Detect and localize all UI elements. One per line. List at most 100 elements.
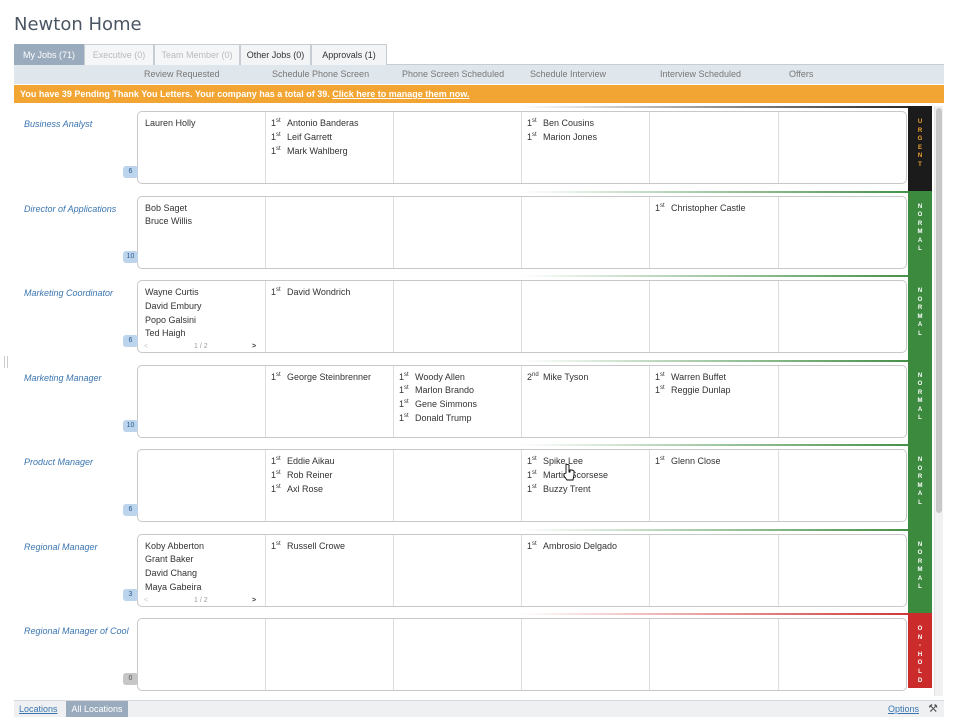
resize-handle[interactable] [4,356,8,368]
job-title-link[interactable]: Regional Manager of Cool [24,625,134,637]
candidate-entry[interactable]: 1st Marlon Brando [399,384,521,398]
candidate-name: David Wondrich [287,287,351,297]
priority-status-label: URGENT [917,119,923,168]
candidate-entry[interactable]: 1st David Wondrich [271,286,393,300]
candidate-entry[interactable]: 1st Martin Scorsese [527,469,649,483]
candidate-entry[interactable]: Maya Gabeira [145,581,265,595]
job-title-link[interactable]: Product Manager [24,456,134,468]
job-row: Regional Manager of Cool 0 ON-HOLD [14,613,932,698]
pager-prev-icon[interactable]: < [144,597,148,604]
priority-status-bar[interactable]: NORMAL [908,190,932,276]
job-title-link[interactable]: Regional Manager [24,541,134,553]
stage-column [650,619,779,690]
candidate-name: George Steinbrenner [287,371,372,382]
locations-link[interactable]: Locations [19,704,58,714]
all-locations-button[interactable]: All Locations [66,701,128,717]
candidate-entry[interactable]: 1st Ben Cousins [527,117,649,131]
candidate-entry[interactable]: 1st Gene Simmons [399,398,521,412]
pager-next-icon[interactable]: > [252,343,256,350]
priority-status-bar[interactable]: NORMAL [908,359,932,445]
candidate-entry[interactable]: Grant Baker [145,553,265,567]
candidate-entry[interactable]: 1st Reggie Dunlap [655,384,778,398]
candidate-entry[interactable]: 1st Marion Jones [527,131,649,145]
page-title: Newton Home [14,14,142,35]
candidate-name: Eddie Aikau [287,456,335,466]
tab-my-jobs[interactable]: My Jobs (71) [14,44,84,65]
candidate-entry[interactable]: 1st Woody Allen [399,371,521,385]
candidate-entry[interactable]: 1st Ambrosio Delgado [527,540,649,554]
candidate-entry[interactable]: 1st Donald Trump [399,412,521,426]
job-title-link[interactable]: Director of Applications [24,203,134,215]
candidate-count-badge: 0 [123,673,138,685]
priority-status-bar[interactable]: ON-HOLD [908,613,932,688]
candidate-entry[interactable]: 1st Axl Rose [271,483,393,497]
candidate-entry[interactable]: 1st Warren Buffet [655,371,778,385]
candidate-count-badge: 6 [123,166,138,178]
candidate-name: Buzzy Trent [543,483,591,494]
candidate-entry[interactable]: David Chang [145,567,265,581]
priority-status-bar[interactable]: URGENT [908,106,932,191]
candidate-rank: 1st [271,483,281,494]
candidate-entry[interactable]: Popo Galsini [145,314,265,328]
tab-executive[interactable]: Executive (0) [84,44,154,65]
candidate-rank: 1st [527,483,537,494]
candidate-rank: 1st [271,371,281,382]
priority-status-bar[interactable]: NORMAL [908,444,932,529]
candidate-entry[interactable]: Koby Abberton [145,540,265,554]
candidate-rank: 1st [527,118,537,128]
stage-label: Interview Scheduled [660,69,742,79]
candidate-entry[interactable]: Bruce Willis [145,215,265,229]
candidate-entry[interactable]: 1st Buzzy Trent [527,483,649,497]
candidate-name: Mike Tyson [543,371,589,382]
candidate-entry[interactable]: 1st Spike Lee [527,455,649,469]
candidate-entry[interactable]: 2nd Mike Tyson [527,371,649,385]
pipeline-card: Wayne Curtis David Embury Popo Galsini Ted … [137,280,907,353]
candidate-entry[interactable]: David Embury [145,300,265,314]
stage-label: Schedule Phone Screen [272,69,370,79]
banner-text: You have 39 Pending Thank You Letters. Y… [20,89,330,99]
candidate-entry[interactable]: 1st Glenn Close [655,455,778,469]
tools-icon[interactable]: ⚒ [928,702,938,715]
candidate-entry[interactable]: Ted Haigh [145,327,265,341]
candidate-entry[interactable]: 1st George Steinbrenner [271,371,393,385]
priority-status-bar[interactable]: NORMAL [908,528,932,614]
stage-column: 1st Ambrosio Delgado [522,534,650,606]
pipeline-card: Lauren Holly 1st Antonio Banderas 1st Leif G… [137,111,907,184]
priority-status-label: NORMAL [917,203,923,253]
job-title-link[interactable]: Marketing Manager [24,372,134,384]
candidate-entry[interactable]: 1st Eddie Aikau [271,455,393,469]
scrollbar-thumb[interactable] [936,108,942,513]
row-divider [14,275,932,277]
candidate-entry[interactable]: 1st Christopher Castle [655,202,778,216]
stage-column [138,619,266,690]
manage-letters-link[interactable]: Click here to manage them now. [332,89,469,99]
tab-team-member[interactable]: Team Member (0) [154,44,240,65]
candidate-entry[interactable]: 1st Rob Reiner [271,469,393,483]
candidate-pager: <1 / 2 > [144,343,264,352]
candidate-entry[interactable]: 1st Leif Garrett [271,131,393,145]
candidate-entry[interactable]: 1st Russell Crowe [271,540,393,554]
pager-next-icon[interactable]: > [252,597,256,604]
candidate-rank: 1st [271,145,281,156]
scrollbar[interactable] [934,106,943,696]
candidate-entry[interactable]: 1st Mark Wahlberg [271,145,393,159]
candidate-entry[interactable]: Bob Saget [145,202,265,216]
candidate-rank: 1st [655,202,665,213]
stage-column: 1st Spike Lee 1st Martin Scorsese 1st Buzzy T… [522,450,650,521]
priority-status-bar[interactable]: NORMAL [908,275,932,360]
options-link[interactable]: Options [888,704,919,714]
stage-column: 1st Russell Crowe [266,534,394,606]
candidate-rank: 1st [399,371,409,382]
candidate-pager: <1 / 2 > [144,597,264,606]
candidate-count-badge: 10 [123,419,138,432]
pager-prev-icon[interactable]: < [144,343,148,350]
job-title-link[interactable]: Business Analyst [24,118,134,130]
job-title-link[interactable]: Marketing Coordinator [24,287,134,299]
candidate-entry[interactable]: 1st Antonio Banderas [271,117,393,131]
candidate-entry[interactable]: Wayne Curtis [145,286,265,300]
candidate-rank: 2nd [527,371,539,382]
tab-other-jobs[interactable]: Other Jobs (0) [240,44,311,65]
tab-approvals[interactable]: Approvals (1) [311,44,387,65]
candidate-rank: 1st [271,131,281,142]
candidate-entry[interactable]: Lauren Holly [145,117,265,131]
